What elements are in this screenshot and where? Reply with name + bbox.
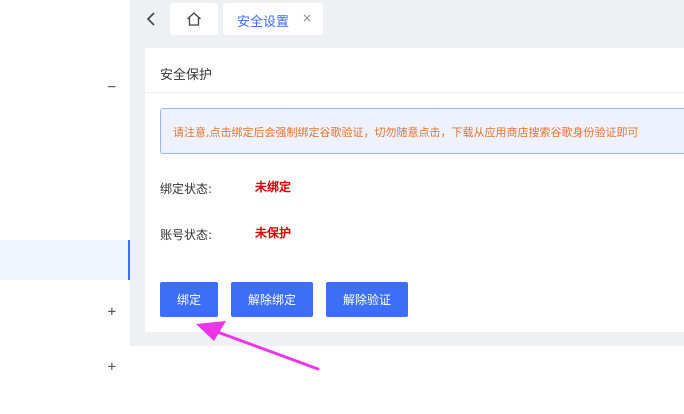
card-header: 安全保护 xyxy=(145,48,684,93)
card-title: 安全保护 xyxy=(160,68,213,83)
sidebar-group-3[interactable]: + xyxy=(0,360,130,376)
sidebar-item-3[interactable]: · xyxy=(0,254,130,270)
security-card: 安全保护 请注意,点击绑定后会强制绑定谷歌验证，切勿随意点击，下载从应用商店搜索… xyxy=(145,48,684,332)
sidebar-group-1[interactable]: − xyxy=(0,80,130,96)
tab-label: 安全设置 xyxy=(237,15,290,30)
chevron-left-icon[interactable] xyxy=(144,11,158,27)
sidebar-item-label: · xyxy=(0,134,1,148)
account-status-value: 未保护 xyxy=(255,226,292,240)
sidebar-item-2[interactable]: · xyxy=(0,210,130,226)
expand-icon[interactable]: + xyxy=(108,360,116,374)
bind-status-label: 绑定状态: xyxy=(160,182,213,196)
tab-home[interactable] xyxy=(170,3,218,35)
sidebar-item-1[interactable]: · xyxy=(0,134,130,150)
sidebar-group-2[interactable]: + xyxy=(0,305,130,321)
home-icon xyxy=(187,12,201,26)
bind-status-value: 未绑定 xyxy=(255,180,292,194)
unbind-button[interactable]: 解除绑定 xyxy=(231,282,313,317)
sidebar: − · · · + + xyxy=(0,0,130,414)
sidebar-item-label: · xyxy=(0,210,1,224)
tab-bar: 安全设置 × xyxy=(130,0,684,40)
close-icon[interactable]: × xyxy=(302,11,312,25)
notice-alert: 请注意,点击绑定后会强制绑定谷歌验证，切勿随意点击，下载从应用商店搜索谷歌身份验… xyxy=(160,108,684,154)
collapse-icon[interactable]: − xyxy=(108,80,116,94)
notice-text: 请注意,点击绑定后会强制绑定谷歌验证，切勿随意点击，下载从应用商店搜索谷歌身份验… xyxy=(173,126,639,139)
bottom-area xyxy=(130,346,684,414)
expand-icon[interactable]: + xyxy=(108,305,116,319)
bind-button[interactable]: 绑定 xyxy=(160,282,218,317)
account-status-label: 账号状态: xyxy=(160,228,213,242)
remove-verify-button[interactable]: 解除验证 xyxy=(326,282,408,317)
tab-security-settings[interactable]: 安全设置 × xyxy=(223,3,323,35)
sidebar-item-label: · xyxy=(0,254,1,268)
